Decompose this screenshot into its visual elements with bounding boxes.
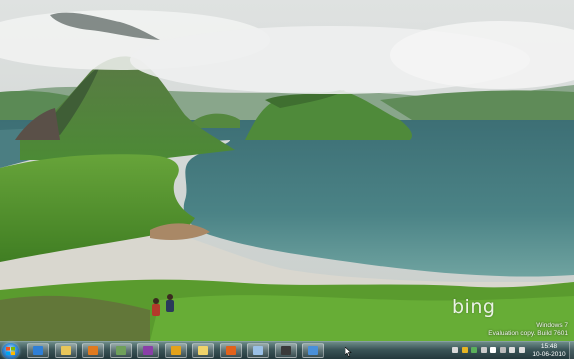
landscape-image-icon xyxy=(115,346,126,355)
chat-icon[interactable] xyxy=(490,347,496,353)
taskbar-button-onenote[interactable] xyxy=(137,343,159,358)
watermark-build: Evaluation copy. Build 7601 xyxy=(488,330,568,337)
watermark-edition: Windows 7 xyxy=(536,322,568,329)
network-icon[interactable] xyxy=(509,347,515,353)
document-icon xyxy=(253,346,263,355)
taskbar-button-internet-explorer[interactable] xyxy=(27,343,49,358)
owl-icon xyxy=(280,346,291,355)
windows-logo-icon xyxy=(6,347,15,355)
desktop[interactable]: bing Windows 7 Evaluation copy. Build 76… xyxy=(0,0,574,341)
network-globe-icon xyxy=(308,346,318,355)
onenote-icon xyxy=(143,346,153,355)
weather-cloud-icon xyxy=(198,346,208,355)
taskbar-button-outlook[interactable] xyxy=(164,343,187,358)
mouse-cursor-icon xyxy=(345,347,352,357)
taskbar-button-weather-cloud[interactable] xyxy=(192,343,214,358)
start-button[interactable] xyxy=(2,343,19,359)
clock-time: 15:48 xyxy=(540,343,558,350)
windows-watermark: Windows 7 Evaluation copy. Build 7601 xyxy=(488,322,568,338)
taskbar-button-firefox[interactable] xyxy=(219,343,242,358)
app-tray-icon-3[interactable] xyxy=(480,347,487,353)
taskbar-button-network-globe[interactable] xyxy=(302,343,324,358)
taskbar-button-owl[interactable] xyxy=(274,343,297,358)
taskbar-button-landscape-image[interactable] xyxy=(109,343,132,358)
taskbar-button-media-player[interactable] xyxy=(82,343,104,358)
clock-date: 10-06-2010 xyxy=(532,351,566,358)
firefox-icon xyxy=(225,346,236,355)
wallpaper-image xyxy=(0,0,574,341)
taskbar: 15:48 10-06-2010 xyxy=(0,341,574,359)
app-tray-icon[interactable] xyxy=(461,347,468,353)
update-icon[interactable] xyxy=(499,347,506,353)
bing-logo: bing xyxy=(452,296,496,318)
media-player-icon xyxy=(88,346,98,355)
show-desktop-button[interactable] xyxy=(569,342,574,359)
windows-explorer-folder-icon xyxy=(60,346,71,355)
volume-icon[interactable] xyxy=(518,347,525,353)
taskbar-button-document[interactable] xyxy=(247,343,269,358)
internet-explorer-icon xyxy=(33,346,43,355)
taskbar-button-windows-explorer-folder[interactable] xyxy=(54,343,77,358)
app-tray-icon-2[interactable] xyxy=(471,347,477,353)
outlook-icon xyxy=(170,346,181,355)
clock[interactable]: 15:48 10-06-2010 xyxy=(530,343,568,359)
flag-icon[interactable] xyxy=(452,347,458,353)
